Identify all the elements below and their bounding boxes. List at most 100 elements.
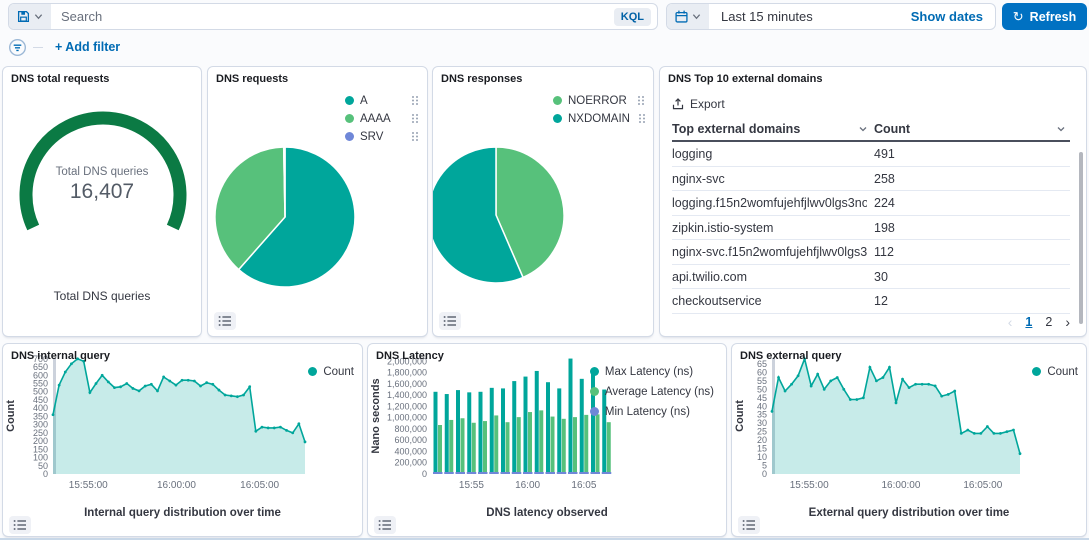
pagination-page-2[interactable]: 2 [1045, 315, 1052, 329]
legend-actions-button[interactable] [630, 113, 646, 125]
cell-domain: logging [672, 147, 712, 161]
legend-actions-icon[interactable] [638, 113, 646, 125]
pagination-page-1[interactable]: 1 [1025, 315, 1032, 329]
legend-toggle-button[interactable] [439, 312, 461, 330]
legend-color-dot [590, 407, 599, 416]
cell-count: 198 [874, 221, 895, 235]
column-header-count[interactable]: Count [874, 122, 910, 136]
search-input[interactable] [51, 4, 614, 29]
save-icon [17, 10, 30, 23]
legend-item-label: SRV [360, 131, 383, 143]
table-body: logging491nginx-svc258logging.f15n2womfu… [672, 142, 1070, 314]
time-range-value[interactable]: Last 15 minutes [709, 4, 899, 29]
panel-dns-internal-query: DNS internal query 050100150200250300350… [2, 343, 363, 537]
legend-item-label: NOERROR [568, 95, 627, 107]
sort-chevron-icon[interactable] [1056, 124, 1066, 134]
chevron-down-icon [692, 12, 701, 21]
legend-item[interactable]: Max Latency (ns) [590, 364, 714, 379]
legend-item-label: Max Latency (ns) [605, 366, 693, 378]
legend-actions-icon[interactable] [411, 113, 419, 125]
legend-actions-icon[interactable] [637, 95, 645, 107]
legend-actions-button[interactable] [403, 95, 419, 107]
legend-list-icon [13, 519, 27, 531]
add-filter-link[interactable]: + Add filter [55, 40, 120, 54]
legend-list-icon [378, 519, 392, 531]
gauge-bottom-label: Total DNS queries [3, 289, 201, 303]
panel-dns-latency: DNS Latency 0200,000400,000600,000800,00… [367, 343, 727, 537]
svg-text:16:05: 16:05 [571, 480, 596, 491]
legend-color-dot [553, 114, 562, 123]
svg-text:1,000,000: 1,000,000 [387, 413, 427, 423]
legend-color-dot [308, 367, 317, 376]
legend-actions-button[interactable] [403, 131, 419, 143]
chart-legend: Max Latency (ns) Average Latency (ns) Min … [590, 364, 714, 424]
refresh-button[interactable]: ↻ Refresh [1002, 3, 1087, 30]
legend-actions-button[interactable] [629, 95, 645, 107]
show-dates-link[interactable]: Show dates [899, 4, 995, 29]
legend-item[interactable]: Count [1032, 364, 1078, 379]
legend-item[interactable]: Average Latency (ns) [590, 384, 714, 399]
svg-text:1,800,000: 1,800,000 [387, 368, 427, 378]
panel-title: DNS total requests [11, 73, 109, 85]
table-row: logging.f15n2womfujehfjlwv0lgs3nog....22… [672, 191, 1070, 216]
chart-legend: NOERROR NXDOMAIN [553, 93, 645, 129]
legend-color-dot [590, 387, 599, 396]
legend-item[interactable]: Min Latency (ns) [590, 404, 714, 419]
export-icon [672, 98, 684, 110]
legend-list-icon [742, 519, 756, 531]
svg-text:0: 0 [422, 469, 427, 479]
panel-title: DNS requests [216, 73, 288, 85]
legend-item[interactable]: AAAA [345, 111, 419, 126]
legend-item[interactable]: NXDOMAIN [553, 111, 645, 126]
legend-color-dot [345, 132, 354, 141]
legend-item[interactable]: NOERROR [553, 93, 645, 108]
legend-item-label: Count [1047, 366, 1078, 378]
legend-actions-button[interactable] [403, 113, 419, 125]
search-bar: KQL [8, 3, 658, 30]
export-button[interactable]: Export [672, 97, 725, 111]
legend-toggle-button[interactable] [9, 516, 31, 534]
chart-bottom-title: Internal query distribution over time [3, 507, 362, 519]
panel-dns-requests: DNS requests AAAAASRV [207, 66, 428, 337]
pagination-next-icon[interactable]: › [1065, 314, 1070, 330]
legend-item-label: NXDOMAIN [568, 113, 630, 125]
pagination-prev-icon[interactable]: ‹ [1008, 314, 1013, 330]
filter-icon[interactable] [8, 38, 27, 57]
sort-chevron-icon[interactable] [858, 124, 868, 134]
legend-actions-icon[interactable] [411, 95, 419, 107]
legend-toggle-button[interactable] [374, 516, 396, 534]
column-header-domains[interactable]: Top external domains [672, 122, 800, 136]
table-row: checkoutservice12 [672, 289, 1070, 314]
calendar-icon [675, 10, 688, 23]
panel-dns-responses: DNS responses NOERRORNXDOMAIN [432, 66, 654, 337]
svg-text:600,000: 600,000 [394, 435, 427, 445]
legend-item[interactable]: A [345, 93, 419, 108]
calendar-menu-button[interactable] [667, 4, 709, 29]
table-scrollbar[interactable] [1079, 152, 1083, 324]
svg-text:15:55:00: 15:55:00 [790, 480, 829, 491]
legend-actions-icon[interactable] [411, 131, 419, 143]
kql-badge[interactable]: KQL [614, 8, 651, 26]
cell-domain: zipkin.istio-system [672, 221, 773, 235]
legend-item[interactable]: Count [308, 364, 354, 379]
chevron-down-icon [34, 12, 43, 21]
panel-title: DNS Latency [376, 350, 444, 362]
svg-text:16:00:00: 16:00:00 [881, 480, 920, 491]
legend-item-label: AAAA [360, 113, 391, 125]
cell-domain: api.twilio.com [672, 270, 747, 284]
svg-text:Nano seconds: Nano seconds [370, 378, 382, 453]
chart-bottom-title: DNS latency observed [368, 507, 726, 519]
panel-title: DNS external query [740, 350, 841, 362]
legend-toggle-button[interactable] [214, 312, 236, 330]
legend-toggle-button[interactable] [738, 516, 760, 534]
svg-text:400,000: 400,000 [394, 446, 427, 456]
cell-count: 30 [874, 270, 888, 284]
filter-bar: + Add filter [8, 37, 120, 57]
legend-color-dot [345, 96, 354, 105]
legend-item-label: A [360, 95, 368, 107]
legend-color-dot [345, 114, 354, 123]
svg-text:15:55:00: 15:55:00 [69, 480, 108, 491]
saved-query-menu-button[interactable] [9, 4, 51, 29]
chart-bottom-title: External query distribution over time [732, 507, 1086, 519]
legend-item[interactable]: SRV [345, 129, 419, 144]
